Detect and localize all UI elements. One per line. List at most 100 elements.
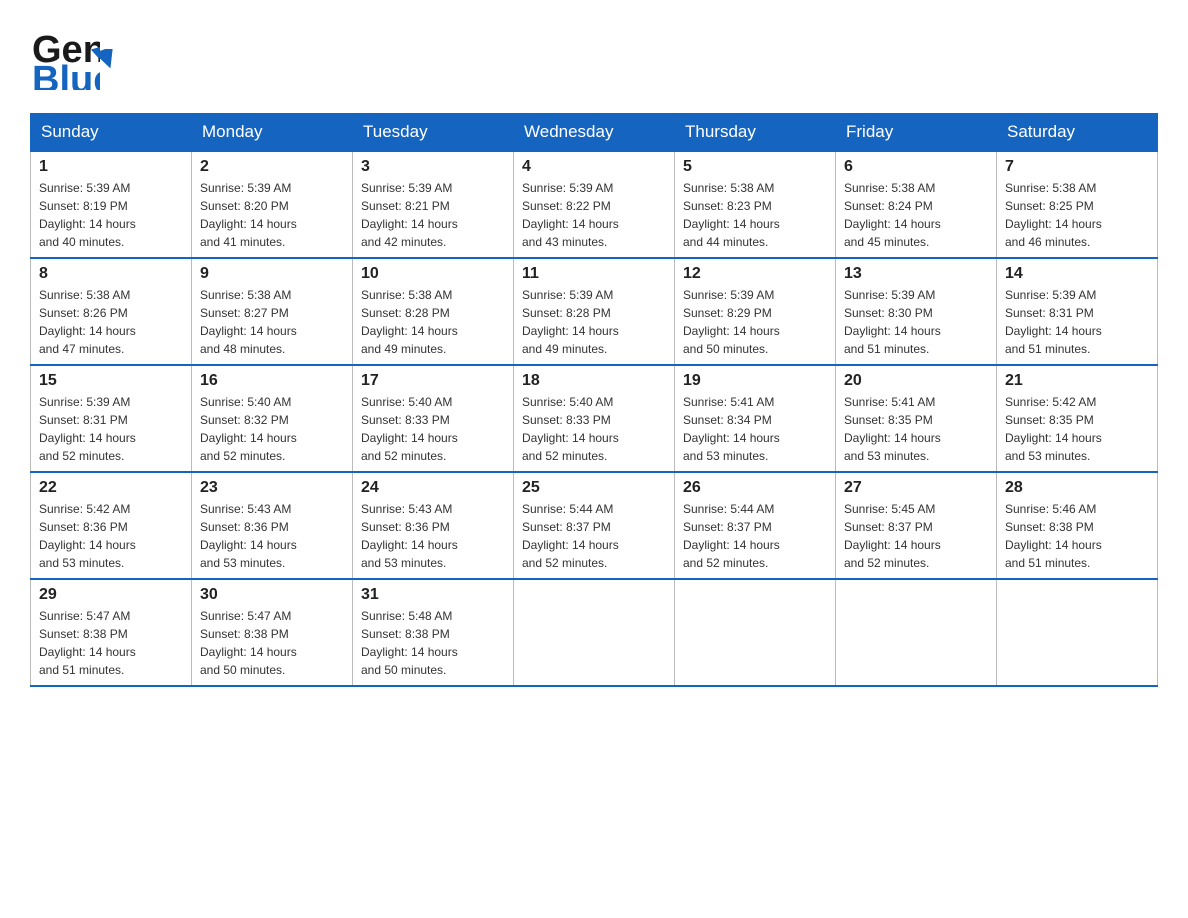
table-row: 24 Sunrise: 5:43 AMSunset: 8:36 PMDaylig… [353,472,514,579]
calendar-week-row: 29 Sunrise: 5:47 AMSunset: 8:38 PMDaylig… [31,579,1158,686]
logo-text [95,49,117,71]
table-row: 27 Sunrise: 5:45 AMSunset: 8:37 PMDaylig… [836,472,997,579]
day-info: Sunrise: 5:39 AMSunset: 8:30 PMDaylight:… [844,286,988,358]
table-row: 29 Sunrise: 5:47 AMSunset: 8:38 PMDaylig… [31,579,192,686]
table-row: 5 Sunrise: 5:38 AMSunset: 8:23 PMDayligh… [675,151,836,258]
day-number: 16 [200,372,344,390]
day-number: 8 [39,265,183,283]
day-number: 15 [39,372,183,390]
day-number: 24 [361,479,505,497]
day-number: 27 [844,479,988,497]
day-info: Sunrise: 5:39 AMSunset: 8:21 PMDaylight:… [361,179,505,251]
day-number: 13 [844,265,988,283]
day-number: 26 [683,479,827,497]
svg-text:Blue: Blue [32,59,100,90]
table-row: 30 Sunrise: 5:47 AMSunset: 8:38 PMDaylig… [192,579,353,686]
calendar-week-row: 1 Sunrise: 5:39 AMSunset: 8:19 PMDayligh… [31,151,1158,258]
table-row: 18 Sunrise: 5:40 AMSunset: 8:33 PMDaylig… [514,365,675,472]
day-number: 18 [522,372,666,390]
col-wednesday: Wednesday [514,114,675,152]
day-info: Sunrise: 5:40 AMSunset: 8:33 PMDaylight:… [361,393,505,465]
day-info: Sunrise: 5:39 AMSunset: 8:31 PMDaylight:… [1005,286,1149,358]
table-row: 31 Sunrise: 5:48 AMSunset: 8:38 PMDaylig… [353,579,514,686]
day-info: Sunrise: 5:47 AMSunset: 8:38 PMDaylight:… [200,607,344,679]
day-number: 4 [522,158,666,176]
table-row: 9 Sunrise: 5:38 AMSunset: 8:27 PMDayligh… [192,258,353,365]
day-number: 19 [683,372,827,390]
day-number: 11 [522,265,666,283]
table-row: 1 Sunrise: 5:39 AMSunset: 8:19 PMDayligh… [31,151,192,258]
table-row [675,579,836,686]
day-number: 20 [844,372,988,390]
day-info: Sunrise: 5:38 AMSunset: 8:26 PMDaylight:… [39,286,183,358]
day-info: Sunrise: 5:40 AMSunset: 8:33 PMDaylight:… [522,393,666,465]
col-tuesday: Tuesday [353,114,514,152]
table-row: 15 Sunrise: 5:39 AMSunset: 8:31 PMDaylig… [31,365,192,472]
table-row: 4 Sunrise: 5:39 AMSunset: 8:22 PMDayligh… [514,151,675,258]
day-info: Sunrise: 5:39 AMSunset: 8:19 PMDaylight:… [39,179,183,251]
table-row: 14 Sunrise: 5:39 AMSunset: 8:31 PMDaylig… [997,258,1158,365]
day-number: 22 [39,479,183,497]
day-info: Sunrise: 5:38 AMSunset: 8:23 PMDaylight:… [683,179,827,251]
table-row: 7 Sunrise: 5:38 AMSunset: 8:25 PMDayligh… [997,151,1158,258]
day-number: 31 [361,586,505,604]
day-number: 2 [200,158,344,176]
day-number: 29 [39,586,183,604]
col-sunday: Sunday [31,114,192,152]
table-row: 6 Sunrise: 5:38 AMSunset: 8:24 PMDayligh… [836,151,997,258]
calendar-week-row: 15 Sunrise: 5:39 AMSunset: 8:31 PMDaylig… [31,365,1158,472]
table-row: 20 Sunrise: 5:41 AMSunset: 8:35 PMDaylig… [836,365,997,472]
day-info: Sunrise: 5:38 AMSunset: 8:28 PMDaylight:… [361,286,505,358]
day-number: 3 [361,158,505,176]
table-row [836,579,997,686]
day-info: Sunrise: 5:42 AMSunset: 8:36 PMDaylight:… [39,500,183,572]
table-row: 19 Sunrise: 5:41 AMSunset: 8:34 PMDaylig… [675,365,836,472]
day-number: 28 [1005,479,1149,497]
day-info: Sunrise: 5:38 AMSunset: 8:27 PMDaylight:… [200,286,344,358]
day-number: 7 [1005,158,1149,176]
col-friday: Friday [836,114,997,152]
day-info: Sunrise: 5:43 AMSunset: 8:36 PMDaylight:… [361,500,505,572]
day-number: 30 [200,586,344,604]
day-number: 14 [1005,265,1149,283]
table-row: 22 Sunrise: 5:42 AMSunset: 8:36 PMDaylig… [31,472,192,579]
col-thursday: Thursday [675,114,836,152]
day-info: Sunrise: 5:41 AMSunset: 8:35 PMDaylight:… [844,393,988,465]
day-info: Sunrise: 5:39 AMSunset: 8:28 PMDaylight:… [522,286,666,358]
day-info: Sunrise: 5:47 AMSunset: 8:38 PMDaylight:… [39,607,183,679]
day-number: 9 [200,265,344,283]
day-info: Sunrise: 5:40 AMSunset: 8:32 PMDaylight:… [200,393,344,465]
calendar-header-row: Sunday Monday Tuesday Wednesday Thursday… [31,114,1158,152]
day-number: 10 [361,265,505,283]
day-info: Sunrise: 5:39 AMSunset: 8:20 PMDaylight:… [200,179,344,251]
day-info: Sunrise: 5:44 AMSunset: 8:37 PMDaylight:… [683,500,827,572]
logo-arrow-icon [97,49,117,69]
day-info: Sunrise: 5:39 AMSunset: 8:31 PMDaylight:… [39,393,183,465]
day-number: 25 [522,479,666,497]
col-monday: Monday [192,114,353,152]
logo: General Blue [30,20,117,95]
day-info: Sunrise: 5:38 AMSunset: 8:24 PMDaylight:… [844,179,988,251]
day-info: Sunrise: 5:46 AMSunset: 8:38 PMDaylight:… [1005,500,1149,572]
calendar-week-row: 8 Sunrise: 5:38 AMSunset: 8:26 PMDayligh… [31,258,1158,365]
day-info: Sunrise: 5:43 AMSunset: 8:36 PMDaylight:… [200,500,344,572]
table-row: 28 Sunrise: 5:46 AMSunset: 8:38 PMDaylig… [997,472,1158,579]
day-number: 23 [200,479,344,497]
table-row: 13 Sunrise: 5:39 AMSunset: 8:30 PMDaylig… [836,258,997,365]
logo-image: General Blue [30,20,100,95]
table-row: 11 Sunrise: 5:39 AMSunset: 8:28 PMDaylig… [514,258,675,365]
day-number: 17 [361,372,505,390]
day-info: Sunrise: 5:42 AMSunset: 8:35 PMDaylight:… [1005,393,1149,465]
table-row: 26 Sunrise: 5:44 AMSunset: 8:37 PMDaylig… [675,472,836,579]
table-row: 16 Sunrise: 5:40 AMSunset: 8:32 PMDaylig… [192,365,353,472]
day-info: Sunrise: 5:41 AMSunset: 8:34 PMDaylight:… [683,393,827,465]
table-row: 8 Sunrise: 5:38 AMSunset: 8:26 PMDayligh… [31,258,192,365]
table-row: 2 Sunrise: 5:39 AMSunset: 8:20 PMDayligh… [192,151,353,258]
table-row: 25 Sunrise: 5:44 AMSunset: 8:37 PMDaylig… [514,472,675,579]
calendar-week-row: 22 Sunrise: 5:42 AMSunset: 8:36 PMDaylig… [31,472,1158,579]
day-number: 5 [683,158,827,176]
day-number: 6 [844,158,988,176]
table-row: 12 Sunrise: 5:39 AMSunset: 8:29 PMDaylig… [675,258,836,365]
page-header: General Blue [30,20,1158,95]
col-saturday: Saturday [997,114,1158,152]
